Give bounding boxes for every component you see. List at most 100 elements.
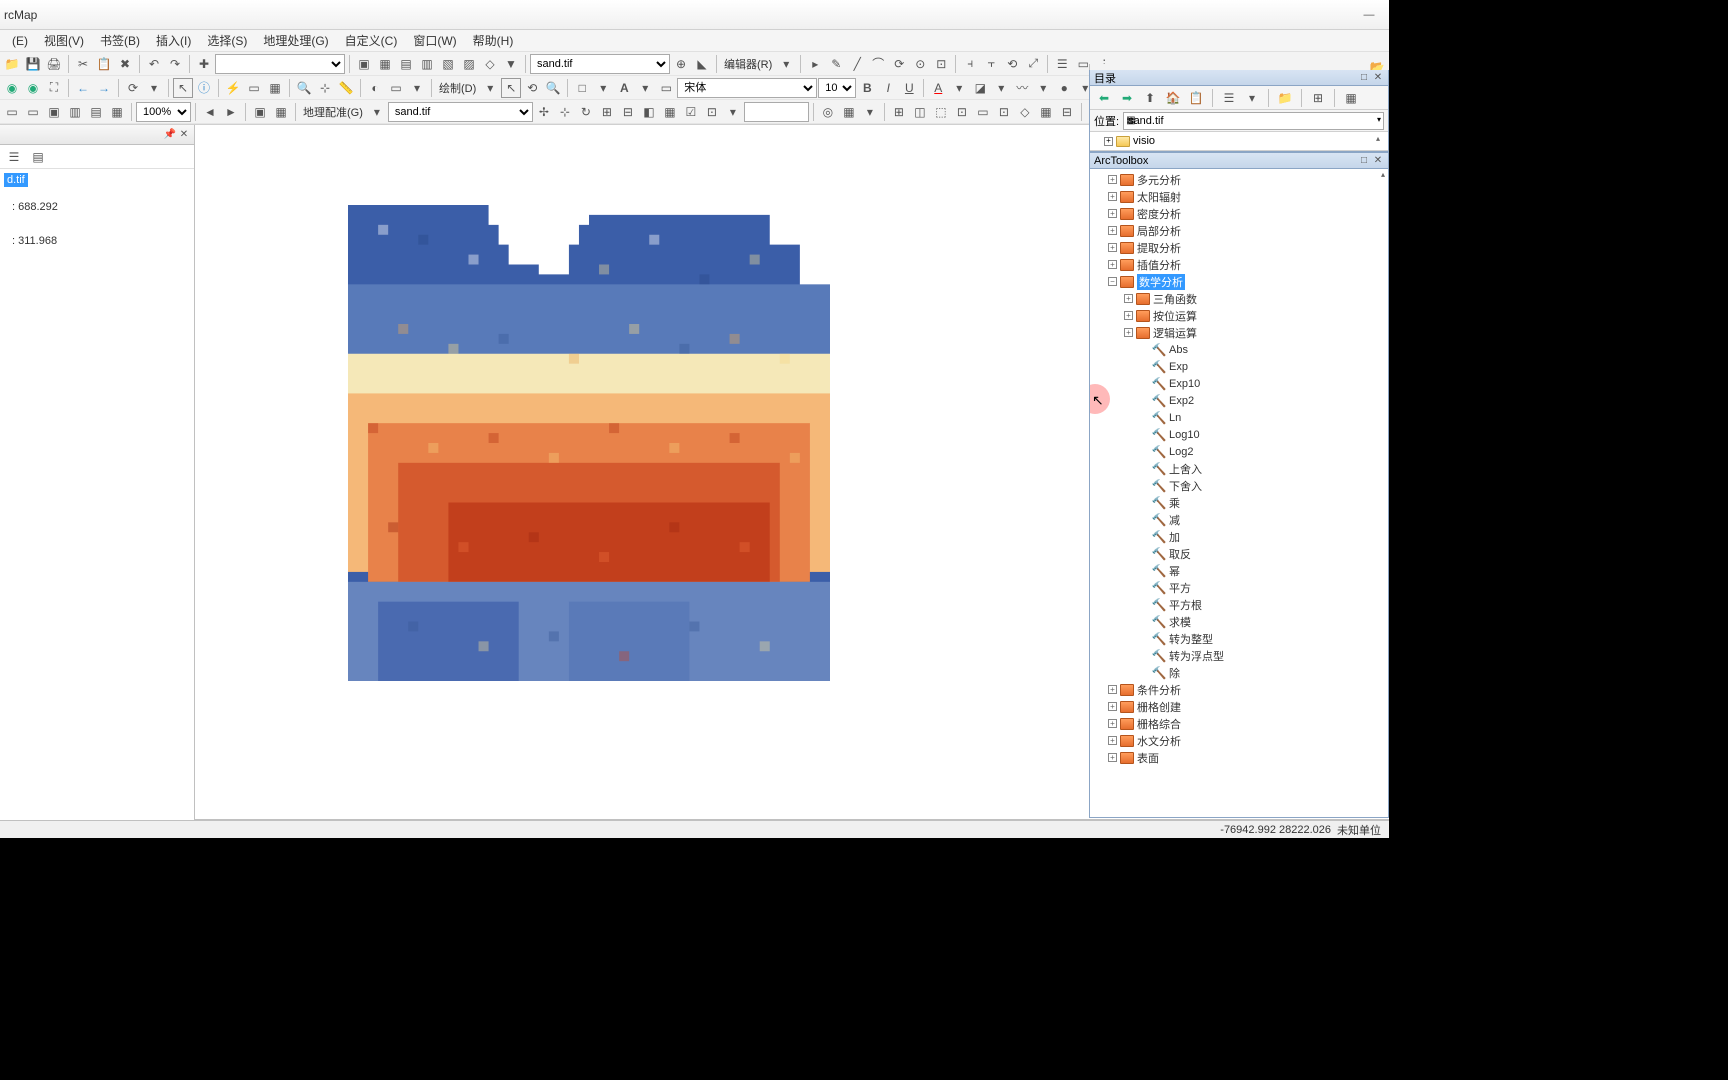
cat-fwd-icon[interactable]: ➡ [1117, 88, 1137, 108]
toolbox-group-tiqu[interactable]: +提取分析 [1090, 239, 1388, 256]
editor-label[interactable]: 编辑器(R) [721, 56, 775, 72]
toolbox-group-duoyuan[interactable]: +多元分析 [1090, 171, 1388, 188]
vertex-icon[interactable]: ⊡ [931, 54, 951, 74]
cat-connect-icon[interactable]: 📁 [1275, 88, 1295, 108]
catalog-item-visio[interactable]: + visio [1094, 134, 1384, 148]
scale-combo[interactable] [215, 54, 345, 74]
cat-home-icon[interactable]: 🏠 [1163, 88, 1183, 108]
play-icon[interactable]: ▸ [805, 54, 825, 74]
expand-icon[interactable]: + [1124, 294, 1133, 303]
gr-btn8[interactable]: ☑ [681, 102, 701, 122]
toolbox-max-icon[interactable]: □ [1358, 155, 1370, 167]
toolbox-group-midu[interactable]: +密度分析 [1090, 205, 1388, 222]
expand-icon[interactable]: + [1108, 243, 1117, 252]
expand-icon[interactable]: + [1124, 311, 1133, 320]
location-input[interactable] [1123, 112, 1384, 130]
draw-label[interactable]: 绘制(D) [436, 80, 479, 96]
menu-selection[interactable]: 选择(S) [199, 30, 255, 51]
gr2-btn1[interactable]: ◎ [818, 102, 838, 122]
toolbox-sub-anwei[interactable]: +按位运算 [1090, 307, 1388, 324]
linecolor-icon[interactable]: 〰 [1012, 78, 1032, 98]
toolbox-group-hydro[interactable]: +水文分析 [1090, 732, 1388, 749]
menu-bookmarks[interactable]: 书签(B) [92, 30, 148, 51]
menu-help[interactable]: 帮助(H) [465, 30, 522, 51]
delete-icon[interactable]: ✖ [115, 54, 135, 74]
gr2-btn2[interactable]: ▦ [839, 102, 859, 122]
tool-abs[interactable]: 🔨Abs [1090, 341, 1388, 358]
tool-rounddown[interactable]: 🔨下舍入 [1090, 477, 1388, 494]
globe-icon[interactable]: ◉ [2, 78, 22, 98]
georef-input[interactable] [744, 102, 809, 122]
georef-layer-combo[interactable]: sand.tif [388, 102, 533, 122]
rotate-draw-icon[interactable]: ⟲ [522, 78, 542, 98]
gr-btn10[interactable]: ▾ [723, 102, 743, 122]
editor-btn-6[interactable]: ▨ [459, 54, 479, 74]
tool-sqrt[interactable]: 🔨平方根 [1090, 596, 1388, 613]
gr3-btn9[interactable]: ⊟ [1057, 102, 1077, 122]
zoom-draw-icon[interactable]: 🔍 [543, 78, 563, 98]
gr3-btn6[interactable]: ⊡ [994, 102, 1014, 122]
gr3-btn8[interactable]: ▦ [1036, 102, 1056, 122]
catalog-max-icon[interactable]: □ [1358, 72, 1370, 84]
gr3-btn5[interactable]: ▭ [973, 102, 993, 122]
ruler-icon[interactable]: ▦ [271, 102, 291, 122]
font-combo[interactable]: 宋体 [677, 78, 817, 98]
save-icon[interactable]: 💾 [23, 54, 43, 74]
cat-refresh-icon[interactable]: 📋 [1186, 88, 1206, 108]
toolbox-group-tiaojian[interactable]: +条件分析 [1090, 681, 1388, 698]
editor-btn-2[interactable]: ▦ [375, 54, 395, 74]
gr3-btn7[interactable]: ◇ [1015, 102, 1035, 122]
toc-source-icon[interactable]: ▤ [28, 147, 48, 167]
draw-dropdown-icon[interactable]: ▾ [480, 78, 500, 98]
tool-ln[interactable]: 🔨Ln [1090, 409, 1388, 426]
tool-log10[interactable]: 🔨Log10 [1090, 426, 1388, 443]
fontcolor-dd-icon[interactable]: ▾ [949, 78, 969, 98]
toc-layer[interactable]: d.tif [4, 173, 190, 187]
tool-minus[interactable]: 🔨减 [1090, 511, 1388, 528]
expand-icon[interactable]: + [1108, 753, 1117, 762]
back-icon[interactable]: ← [73, 78, 93, 98]
callout-icon[interactable]: ▭ [656, 78, 676, 98]
attr-icon[interactable]: ☰ [1052, 54, 1072, 74]
gr-btn1[interactable]: ✢ [534, 102, 554, 122]
toolbox-group-rastergen[interactable]: +栅格综合 [1090, 715, 1388, 732]
marker-icon[interactable]: ● [1054, 78, 1074, 98]
globe2-icon[interactable]: ◉ [23, 78, 43, 98]
catalog-tree[interactable]: + visio ▴ [1090, 132, 1388, 151]
arctoolbox-tree[interactable]: ▴ +多元分析 +太阳辐射 +密度分析 +局部分析 +提取分析 +插值分析 −数… [1090, 169, 1388, 817]
misc-icon[interactable]: ▾ [144, 78, 164, 98]
measure-icon[interactable]: 📏 [336, 78, 356, 98]
html-icon[interactable]: ▭ [244, 78, 264, 98]
layout-btn-1[interactable]: ▭ [2, 102, 22, 122]
tool-times[interactable]: 🔨乘 [1090, 494, 1388, 511]
dropdown-icon[interactable]: ▾ [407, 78, 427, 98]
tool-float[interactable]: 🔨转为浮点型 [1090, 647, 1388, 664]
tool-roundup[interactable]: 🔨上舍入 [1090, 460, 1388, 477]
gr-btn3[interactable]: ↻ [576, 102, 596, 122]
minimize-button[interactable]: — [1349, 1, 1389, 29]
gr-btn6[interactable]: ◧ [639, 102, 659, 122]
toolbox-group-taiyang[interactable]: +太阳辐射 [1090, 188, 1388, 205]
editor-dropdown-icon[interactable]: ▾ [776, 54, 796, 74]
gr-btn7[interactable]: ▦ [660, 102, 680, 122]
tool-exp10[interactable]: 🔨Exp10 [1090, 375, 1388, 392]
gr3-btn2[interactable]: ◫ [910, 102, 930, 122]
table-icon[interactable]: ▦ [265, 78, 285, 98]
georef-label[interactable]: 地理配准(G) [300, 104, 366, 120]
redo-icon[interactable]: ↷ [165, 54, 185, 74]
menu-windows[interactable]: 窗口(W) [405, 30, 464, 51]
toolbox-group-jubu[interactable]: +局部分析 [1090, 222, 1388, 239]
expand-icon[interactable]: + [1108, 736, 1117, 745]
draw-select-icon[interactable]: ↖ [501, 78, 521, 98]
underline-icon[interactable]: U [899, 78, 919, 98]
collapse-icon[interactable]: − [1108, 277, 1117, 286]
expand-icon[interactable]: + [1108, 719, 1117, 728]
cat-view-icon[interactable]: ☰ [1219, 88, 1239, 108]
text-dd-icon[interactable]: ▾ [635, 78, 655, 98]
arc-icon[interactable]: ⌒ [868, 54, 888, 74]
copy-icon[interactable]: 📋 [94, 54, 114, 74]
zoom-full-icon[interactable]: ⛶ [44, 78, 64, 98]
print-icon[interactable]: 🖨 [44, 54, 64, 74]
georef-dd-icon[interactable]: ▾ [367, 102, 387, 122]
toolbox-close-icon[interactable]: ✕ [1372, 155, 1384, 167]
